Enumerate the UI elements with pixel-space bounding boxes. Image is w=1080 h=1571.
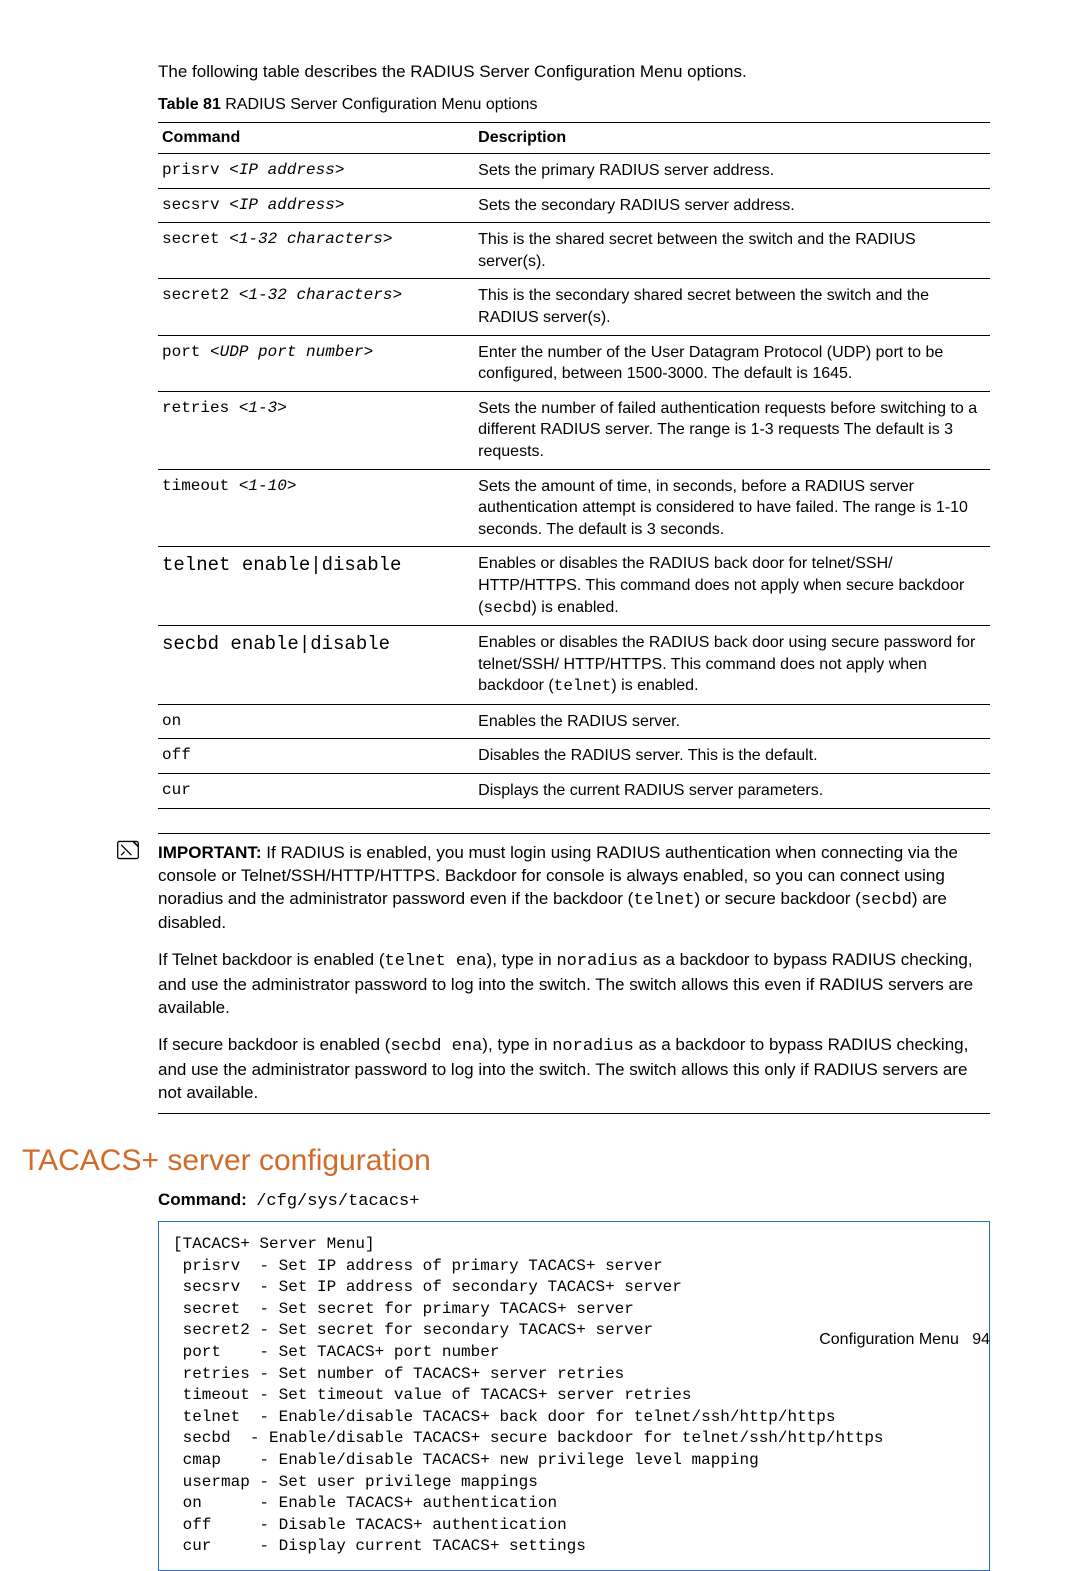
section-heading: TACACS+ server configuration: [22, 1144, 990, 1178]
command-label: Command:: [158, 1190, 247, 1209]
command-cell: telnet enable|disable: [158, 547, 474, 626]
table-row: prisrv <IP address>Sets the primary RADI…: [158, 154, 990, 189]
description-cell: This is the secondary shared secret betw…: [474, 279, 990, 335]
command-cell: off: [158, 739, 474, 774]
command-cell: prisrv <IP address>: [158, 154, 474, 189]
table-row: offDisables the RADIUS server. This is t…: [158, 739, 990, 774]
important-note: IMPORTANT: If RADIUS is enabled, you mus…: [158, 833, 990, 1114]
important-p2: If Telnet backdoor is enabled (telnet en…: [158, 949, 990, 1020]
important-label: IMPORTANT:: [158, 843, 262, 862]
important-p3: If secure backdoor is enabled (secbd ena…: [158, 1034, 990, 1105]
page-footer: Configuration Menu 94: [819, 1331, 990, 1349]
table-row: secsrv <IP address>Sets the secondary RA…: [158, 188, 990, 223]
description-cell: Displays the current RADIUS server param…: [474, 774, 990, 809]
table-title: RADIUS Server Configuration Menu options: [225, 96, 537, 113]
description-cell: Enables or disables the RADIUS back door…: [474, 547, 990, 626]
table-caption: Table 81 RADIUS Server Configuration Men…: [158, 96, 990, 114]
table-row: secret <1-32 characters>This is the shar…: [158, 223, 990, 279]
description-cell: Sets the secondary RADIUS server address…: [474, 188, 990, 223]
table-row: telnet enable|disableEnables or disables…: [158, 547, 990, 626]
command-cell: retries <1-3>: [158, 391, 474, 469]
command-cell: port <UDP port number>: [158, 335, 474, 391]
important-p1: IMPORTANT: If RADIUS is enabled, you mus…: [158, 842, 990, 936]
description-cell: This is the shared secret between the sw…: [474, 223, 990, 279]
note-icon: [114, 838, 142, 862]
col-description: Description: [474, 123, 990, 154]
description-cell: Enables or disables the RADIUS back door…: [474, 626, 990, 705]
description-cell: Enter the number of the User Datagram Pr…: [474, 335, 990, 391]
description-cell: Enables the RADIUS server.: [474, 704, 990, 739]
table-row: port <UDP port number>Enter the number o…: [158, 335, 990, 391]
command-cell: secret2 <1-32 characters>: [158, 279, 474, 335]
footer-text: Configuration Menu: [819, 1331, 959, 1348]
command-cell: cur: [158, 774, 474, 809]
intro-text: The following table describes the RADIUS…: [158, 62, 990, 82]
table-row: curDisplays the current RADIUS server pa…: [158, 774, 990, 809]
radius-options-table: Command Description prisrv <IP address>S…: [158, 122, 990, 809]
command-cell: on: [158, 704, 474, 739]
command-cell: timeout <1-10>: [158, 469, 474, 547]
command-cell: secsrv <IP address>: [158, 188, 474, 223]
command-cell: secret <1-32 characters>: [158, 223, 474, 279]
table-row: secret2 <1-32 characters>This is the sec…: [158, 279, 990, 335]
important-p1-text: If RADIUS is enabled, you must login usi…: [158, 843, 958, 933]
description-cell: Disables the RADIUS server. This is the …: [474, 739, 990, 774]
col-command: Command: [158, 123, 474, 154]
tacacs-menu-box: [TACACS+ Server Menu] prisrv - Set IP ad…: [158, 1221, 990, 1571]
table-number: Table 81: [158, 96, 221, 113]
footer-page: 94: [972, 1331, 990, 1348]
table-row: onEnables the RADIUS server.: [158, 704, 990, 739]
command-line: Command: /cfg/sys/tacacs+: [158, 1190, 990, 1211]
description-cell: Sets the number of failed authentication…: [474, 391, 990, 469]
table-row: timeout <1-10>Sets the amount of time, i…: [158, 469, 990, 547]
description-cell: Sets the amount of time, in seconds, bef…: [474, 469, 990, 547]
command-path: /cfg/sys/tacacs+: [256, 1192, 419, 1211]
description-cell: Sets the primary RADIUS server address.: [474, 154, 990, 189]
command-cell: secbd enable|disable: [158, 626, 474, 705]
table-row: secbd enable|disableEnables or disables …: [158, 626, 990, 705]
table-row: retries <1-3>Sets the number of failed a…: [158, 391, 990, 469]
